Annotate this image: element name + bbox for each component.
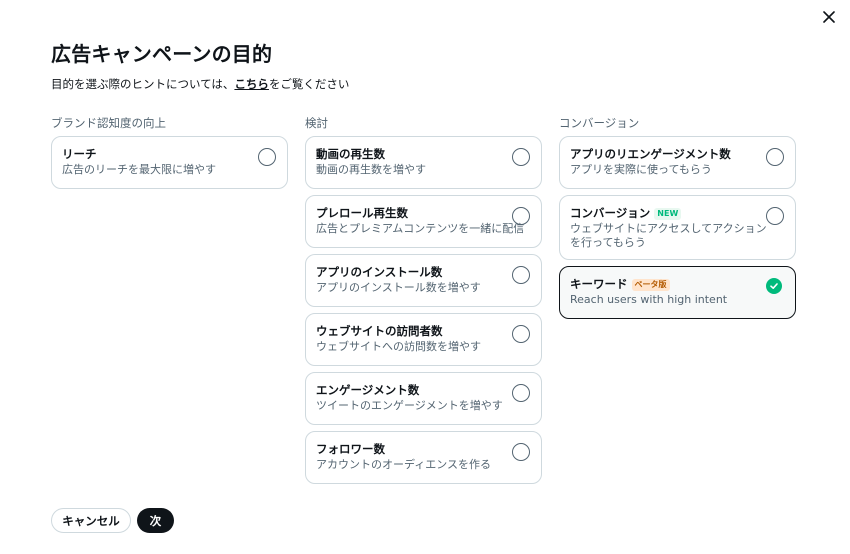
hint-suffix: をご覧ください [268, 77, 350, 91]
option-title-row: キーワード ベータ版 [570, 277, 785, 292]
option-engagements[interactable]: エンゲージメント数 ツイートのエンゲージメントを増やす [305, 372, 542, 425]
option-desc: ウェブサイトにアクセスしてアクションを行ってもらう [570, 222, 767, 249]
option-followers[interactable]: フォロワー数 アカウントのオーディエンスを作る [305, 431, 542, 484]
option-title: 動画の再生数 [316, 147, 385, 161]
check-icon[interactable] [766, 278, 782, 294]
column-heading-awareness: ブランド認知度の向上 [51, 116, 166, 130]
option-title: ウェブサイトの訪問者数 [316, 324, 443, 338]
option-reach[interactable]: リーチ 広告のリーチを最大限に増やす [51, 136, 288, 189]
option-desc: ウェブサイトへの訪問数を増やす [316, 340, 481, 353]
hint-link[interactable]: こちら [234, 77, 269, 91]
dialog-title: 広告キャンペーンの目的 [51, 42, 273, 66]
radio-icon[interactable] [512, 443, 530, 461]
next-button[interactable]: 次 [137, 508, 174, 533]
beta-badge: ベータ版 [631, 278, 670, 291]
option-preroll-views[interactable]: プレロール再生数 広告とプレミアムコンテンツを一緒に配信 [305, 195, 542, 248]
option-website-traffic[interactable]: ウェブサイトの訪問者数 ウェブサイトへの訪問数を増やす [305, 313, 542, 366]
column-heading-consideration: 検討 [305, 116, 328, 130]
hint-prefix: 目的を選ぶ際のヒントについては、 [51, 77, 235, 91]
objective-column-awareness: ブランド認知度の向上 リーチ 広告のリーチを最大限に増やす [51, 116, 288, 189]
column-heading-conversion: コンバージョン [559, 116, 640, 130]
option-video-views[interactable]: 動画の再生数 動画の再生数を増やす [305, 136, 542, 189]
option-app-reengagements[interactable]: アプリのリエンゲージメント数 アプリを実際に使ってもらう [559, 136, 796, 189]
option-conversions[interactable]: コンバージョン NEW ウェブサイトにアクセスしてアクションを行ってもらう [559, 195, 796, 260]
option-title: アプリのリエンゲージメント数 [570, 147, 731, 161]
option-desc: 動画の再生数を増やす [316, 163, 426, 176]
option-desc: Reach users with high intent [570, 293, 728, 306]
objective-column-conversion: コンバージョン アプリのリエンゲージメント数 アプリを実際に使ってもらう コンバ… [559, 116, 796, 319]
cancel-button[interactable]: キャンセル [51, 508, 131, 533]
option-keywords[interactable]: キーワード ベータ版 Reach users with high intent [559, 266, 796, 319]
option-title: アプリのインストール数 [316, 265, 443, 279]
radio-icon[interactable] [512, 148, 530, 166]
option-title-row: コンバージョン NEW [570, 206, 785, 221]
option-desc: アカウントのオーディエンスを作る [316, 458, 492, 471]
option-title: コンバージョン [570, 206, 651, 220]
new-badge: NEW [654, 207, 682, 220]
radio-icon[interactable] [258, 148, 276, 166]
option-title: リーチ [62, 147, 97, 161]
option-title: キーワード [570, 277, 628, 291]
radio-icon[interactable] [512, 207, 530, 225]
option-desc: 広告とプレミアムコンテンツを一緒に配信 [316, 222, 525, 235]
radio-icon[interactable] [512, 384, 530, 402]
radio-icon[interactable] [766, 207, 784, 225]
option-title: プレロール再生数 [316, 206, 408, 220]
option-title: フォロワー数 [316, 442, 385, 456]
radio-icon[interactable] [766, 148, 784, 166]
close-icon [823, 11, 835, 23]
radio-icon[interactable] [512, 266, 530, 284]
option-app-installs[interactable]: アプリのインストール数 アプリのインストール数を増やす [305, 254, 542, 307]
hint-text: 目的を選ぶ際のヒントについては、こちらをご覧ください [51, 76, 349, 92]
objective-column-consideration: 検討 動画の再生数 動画の再生数を増やす プレロール再生数 広告とプレミアムコン… [305, 116, 542, 484]
option-desc: アプリを実際に使ってもらう [570, 163, 712, 176]
option-title: エンゲージメント数 [316, 383, 420, 397]
radio-icon[interactable] [512, 325, 530, 343]
option-desc: 広告のリーチを最大限に増やす [62, 163, 216, 176]
option-desc: アプリのインストール数を増やす [316, 281, 481, 294]
option-desc: ツイートのエンゲージメントを増やす [316, 399, 503, 412]
close-button[interactable] [818, 6, 840, 28]
